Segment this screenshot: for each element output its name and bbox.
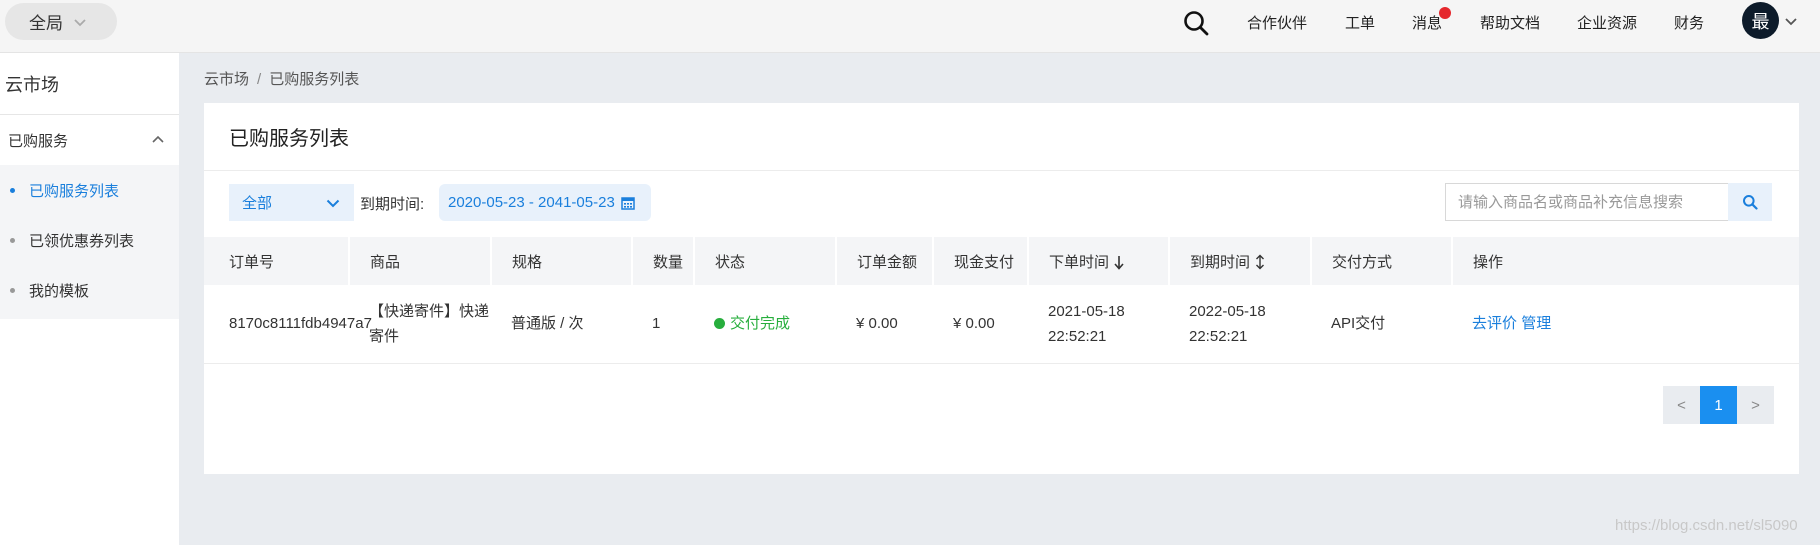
orders-table: 订单号 商品 规格 数量 状态 订单金额 现金支付 下单时间 到期时间 交付方式… <box>204 237 1799 364</box>
order-amount: ¥ 0.00 <box>836 285 933 364</box>
order-time-date: 2021-05-18 <box>1048 302 1125 320</box>
search-icon <box>1743 195 1758 210</box>
page-1-button[interactable]: 1 <box>1700 386 1737 424</box>
status-badge: 交付完成 <box>714 311 790 336</box>
bullet-icon <box>10 237 15 243</box>
actions-cell: 去评价 管理 <box>1452 285 1799 364</box>
col-header-order-time-label: 下单时间 <box>1049 253 1110 271</box>
page-title: 已购服务列表 <box>204 103 1799 171</box>
col-header-expire-time[interactable]: 到期时间 <box>1168 237 1311 285</box>
col-header-spec: 规格 <box>490 237 632 285</box>
col-header-delivery: 交付方式 <box>1310 237 1452 285</box>
main-card: 已购服务列表 全部 到期时间: 2020-05-23 - 2041-05-23 <box>204 103 1799 474</box>
bullet-icon <box>10 287 15 293</box>
calendar-icon <box>621 196 635 210</box>
col-header-actions: 操作 <box>1451 237 1799 285</box>
status-select-value: 全部 <box>242 195 273 212</box>
sidebar-item-label: 已购服务列表 <box>29 182 120 200</box>
nav-finance[interactable]: 财务 <box>1674 12 1704 33</box>
sidebar-item-purchased-list[interactable]: 已购服务列表 <box>0 165 179 215</box>
table-header-row: 订单号 商品 规格 数量 状态 订单金额 现金支付 下单时间 到期时间 交付方式… <box>204 237 1799 285</box>
sidebar-group-purchased[interactable]: 已购服务 <box>0 115 179 165</box>
date-range-picker[interactable]: 2020-05-23 - 2041-05-23 <box>439 184 651 221</box>
manage-link[interactable]: 管理 <box>1521 315 1551 332</box>
order-id-link[interactable]: 8170c8111fdb4947a7 <box>204 285 372 364</box>
nav-messages-label: 消息 <box>1412 15 1443 32</box>
breadcrumb-root[interactable]: 云市场 <box>204 71 249 88</box>
status-text: 交付完成 <box>730 314 791 332</box>
col-header-qty: 数量 <box>631 237 694 285</box>
top-bar: 全局 合作伙伴 工单 消息 帮助文档 企业资源 财务 最 <box>0 0 1820 53</box>
sort-both-icon[interactable] <box>1254 254 1266 270</box>
search-icon[interactable] <box>1182 9 1210 37</box>
status-dot-icon <box>714 317 725 329</box>
col-header-status: 状态 <box>693 237 836 285</box>
order-time-cell: 2021-05-18 22:52:21 <box>1028 285 1169 364</box>
expire-time-cell: 2022-05-18 22:52:21 <box>1169 285 1311 364</box>
region-label: 全局 <box>29 14 63 33</box>
qty-value: 1 <box>632 285 694 364</box>
breadcrumb-separator: / <box>257 71 262 88</box>
expire-time-clock: 22:52:21 <box>1189 327 1248 345</box>
date-range-value: 2020-05-23 - 2041-05-23 <box>448 194 615 211</box>
review-link[interactable]: 去评价 <box>1472 315 1517 332</box>
message-badge <box>1439 7 1452 19</box>
avatar[interactable]: 最 <box>1742 2 1779 39</box>
cash-paid: ¥ 0.00 <box>933 285 1028 364</box>
nav-messages[interactable]: 消息 <box>1412 7 1452 33</box>
sidebar-title: 云市场 <box>0 53 179 115</box>
product-name: 【快递寄件】快递寄件 <box>349 285 491 364</box>
spec-value: 普通版 / 次 <box>491 285 632 364</box>
sidebar-group-label: 已购服务 <box>8 132 69 150</box>
chevron-down-icon <box>326 199 340 208</box>
sidebar-item-label: 我的模板 <box>29 282 90 300</box>
col-header-product: 商品 <box>348 237 491 285</box>
col-header-expire-time-label: 到期时间 <box>1190 253 1251 271</box>
search-button[interactable] <box>1728 183 1772 221</box>
sidebar: 云市场 已购服务 已购服务列表 已领优惠券列表 我的模板 <box>0 53 179 545</box>
table-row: 8170c8111fdb4947a7 【快递寄件】快递寄件 普通版 / 次 1 … <box>204 285 1799 364</box>
status-cell: 交付完成 <box>694 285 836 364</box>
nav-help-docs[interactable]: 帮助文档 <box>1480 12 1540 33</box>
order-time-clock: 22:52:21 <box>1048 327 1107 345</box>
status-select[interactable]: 全部 <box>229 184 354 221</box>
breadcrumb: 云市场 / 已购服务列表 <box>204 68 359 89</box>
nav-tickets[interactable]: 工单 <box>1345 12 1375 33</box>
chevron-up-icon <box>152 135 164 143</box>
sort-desc-icon[interactable] <box>1113 254 1125 270</box>
chevron-down-icon <box>74 18 86 26</box>
sidebar-item-label: 已领优惠券列表 <box>29 232 135 250</box>
product-search-input[interactable] <box>1445 183 1728 221</box>
col-header-amount: 订单金额 <box>835 237 933 285</box>
expire-date-label: 到期时间: <box>360 196 425 213</box>
next-page-button[interactable]: > <box>1737 386 1774 424</box>
nav-partners[interactable]: 合作伙伴 <box>1247 12 1307 33</box>
col-header-order-id: 订单号 <box>204 237 349 285</box>
filter-row: 全部 到期时间: 2020-05-23 - 2041-05-23 <box>204 171 1799 237</box>
pagination: < 1 > <box>1663 386 1774 424</box>
delivery-method: API交付 <box>1311 285 1452 364</box>
sidebar-submenu: 已购服务列表 已领优惠券列表 我的模板 <box>0 165 179 319</box>
watermark: https://blog.csdn.net/sl5090 <box>1615 517 1798 534</box>
col-header-order-time[interactable]: 下单时间 <box>1027 237 1169 285</box>
region-selector[interactable]: 全局 <box>5 3 117 40</box>
nav-enterprise-resources[interactable]: 企业资源 <box>1577 12 1637 33</box>
sidebar-item-templates[interactable]: 我的模板 <box>0 265 179 315</box>
col-header-cash: 现金支付 <box>932 237 1028 285</box>
prev-page-button[interactable]: < <box>1663 386 1700 424</box>
bullet-icon <box>10 187 15 193</box>
chevron-down-icon[interactable] <box>1784 14 1798 28</box>
sidebar-item-coupons[interactable]: 已领优惠券列表 <box>0 215 179 265</box>
expire-time-date: 2022-05-18 <box>1189 302 1266 320</box>
breadcrumb-current: 已购服务列表 <box>269 71 360 88</box>
